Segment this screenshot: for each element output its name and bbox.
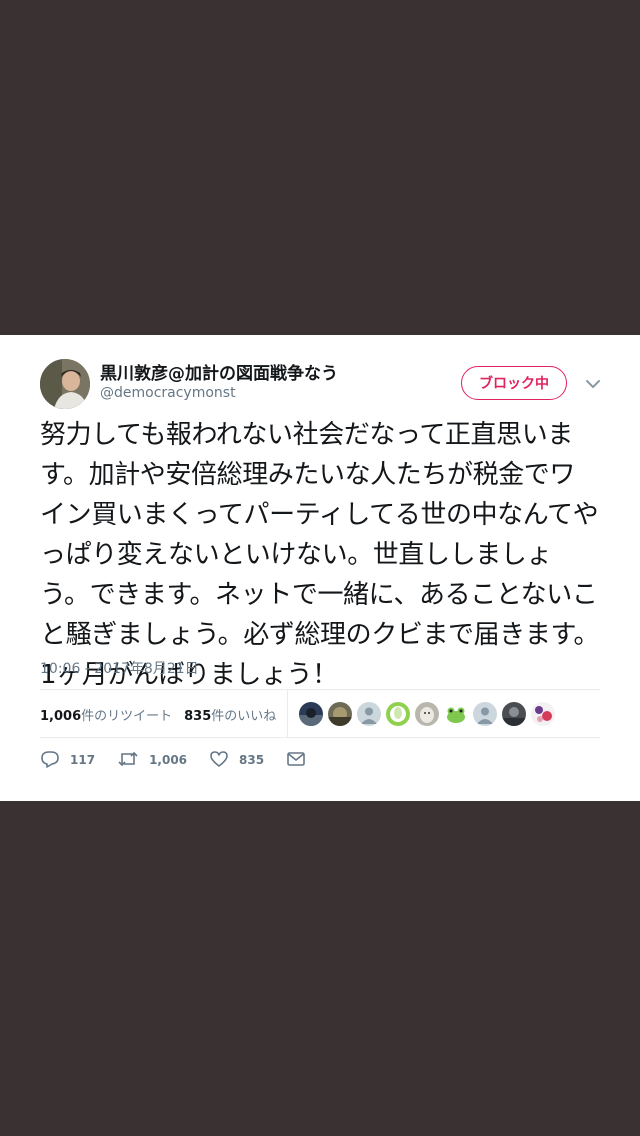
likes-label: 件のいいね (211, 708, 277, 724)
liker-avatar[interactable] (531, 702, 555, 726)
tweet-stats: 1,006件のリツイート 835件のいいね (40, 703, 288, 725)
author-handle[interactable]: @democracymonst (100, 385, 236, 401)
author-name[interactable]: 黒川敦彦@加計の図面戦争なう (100, 359, 338, 384)
liker-avatar[interactable] (473, 702, 497, 726)
liker-avatar[interactable] (415, 702, 439, 726)
retweets-label: 件のリツイート (81, 708, 173, 724)
reply-count: 117 (70, 753, 96, 767)
like-button[interactable]: 835 (209, 750, 264, 771)
reply-icon (40, 750, 70, 771)
retweet-count: 1,006 (149, 753, 188, 767)
divider (40, 737, 600, 738)
divider (40, 689, 600, 690)
tweet-timestamp[interactable]: 10:06 - 2017年8月21日 (40, 658, 199, 678)
liker-avatar[interactable] (444, 702, 468, 726)
liker-avatar[interactable] (502, 702, 526, 726)
retweet-icon (117, 750, 149, 771)
liker-avatar[interactable] (299, 702, 323, 726)
stats-separator (287, 689, 288, 737)
likes-count: 835 (184, 708, 212, 724)
tweet-actions: 117 1,006 835 (40, 749, 338, 771)
liker-avatar[interactable] (357, 702, 381, 726)
chevron-down-icon[interactable] (583, 376, 603, 390)
reply-button[interactable]: 117 (40, 750, 95, 771)
retweets-count: 1,006 (40, 708, 82, 724)
retweet-button[interactable]: 1,006 (117, 750, 187, 771)
liker-avatar[interactable] (328, 702, 352, 726)
like-count: 835 (239, 753, 265, 767)
likes-stat[interactable]: 835件のいいね (184, 705, 276, 724)
direct-message-button[interactable] (286, 751, 316, 770)
tweet-text: 努力しても報われない社会だなって正直思います。加計や安倍総理みたいな人たちが税金… (40, 420, 600, 690)
envelope-icon (286, 751, 316, 770)
tweet-card: 黒川敦彦@加計の図面戦争なう @democracymonst ブロック中 努力し… (0, 335, 640, 801)
liker-avatars (299, 702, 560, 726)
liker-avatar[interactable] (386, 702, 410, 726)
author-avatar[interactable] (40, 359, 90, 409)
block-button[interactable]: ブロック中 (461, 366, 567, 400)
heart-icon (209, 750, 239, 771)
retweets-stat[interactable]: 1,006件のリツイート (40, 705, 172, 724)
